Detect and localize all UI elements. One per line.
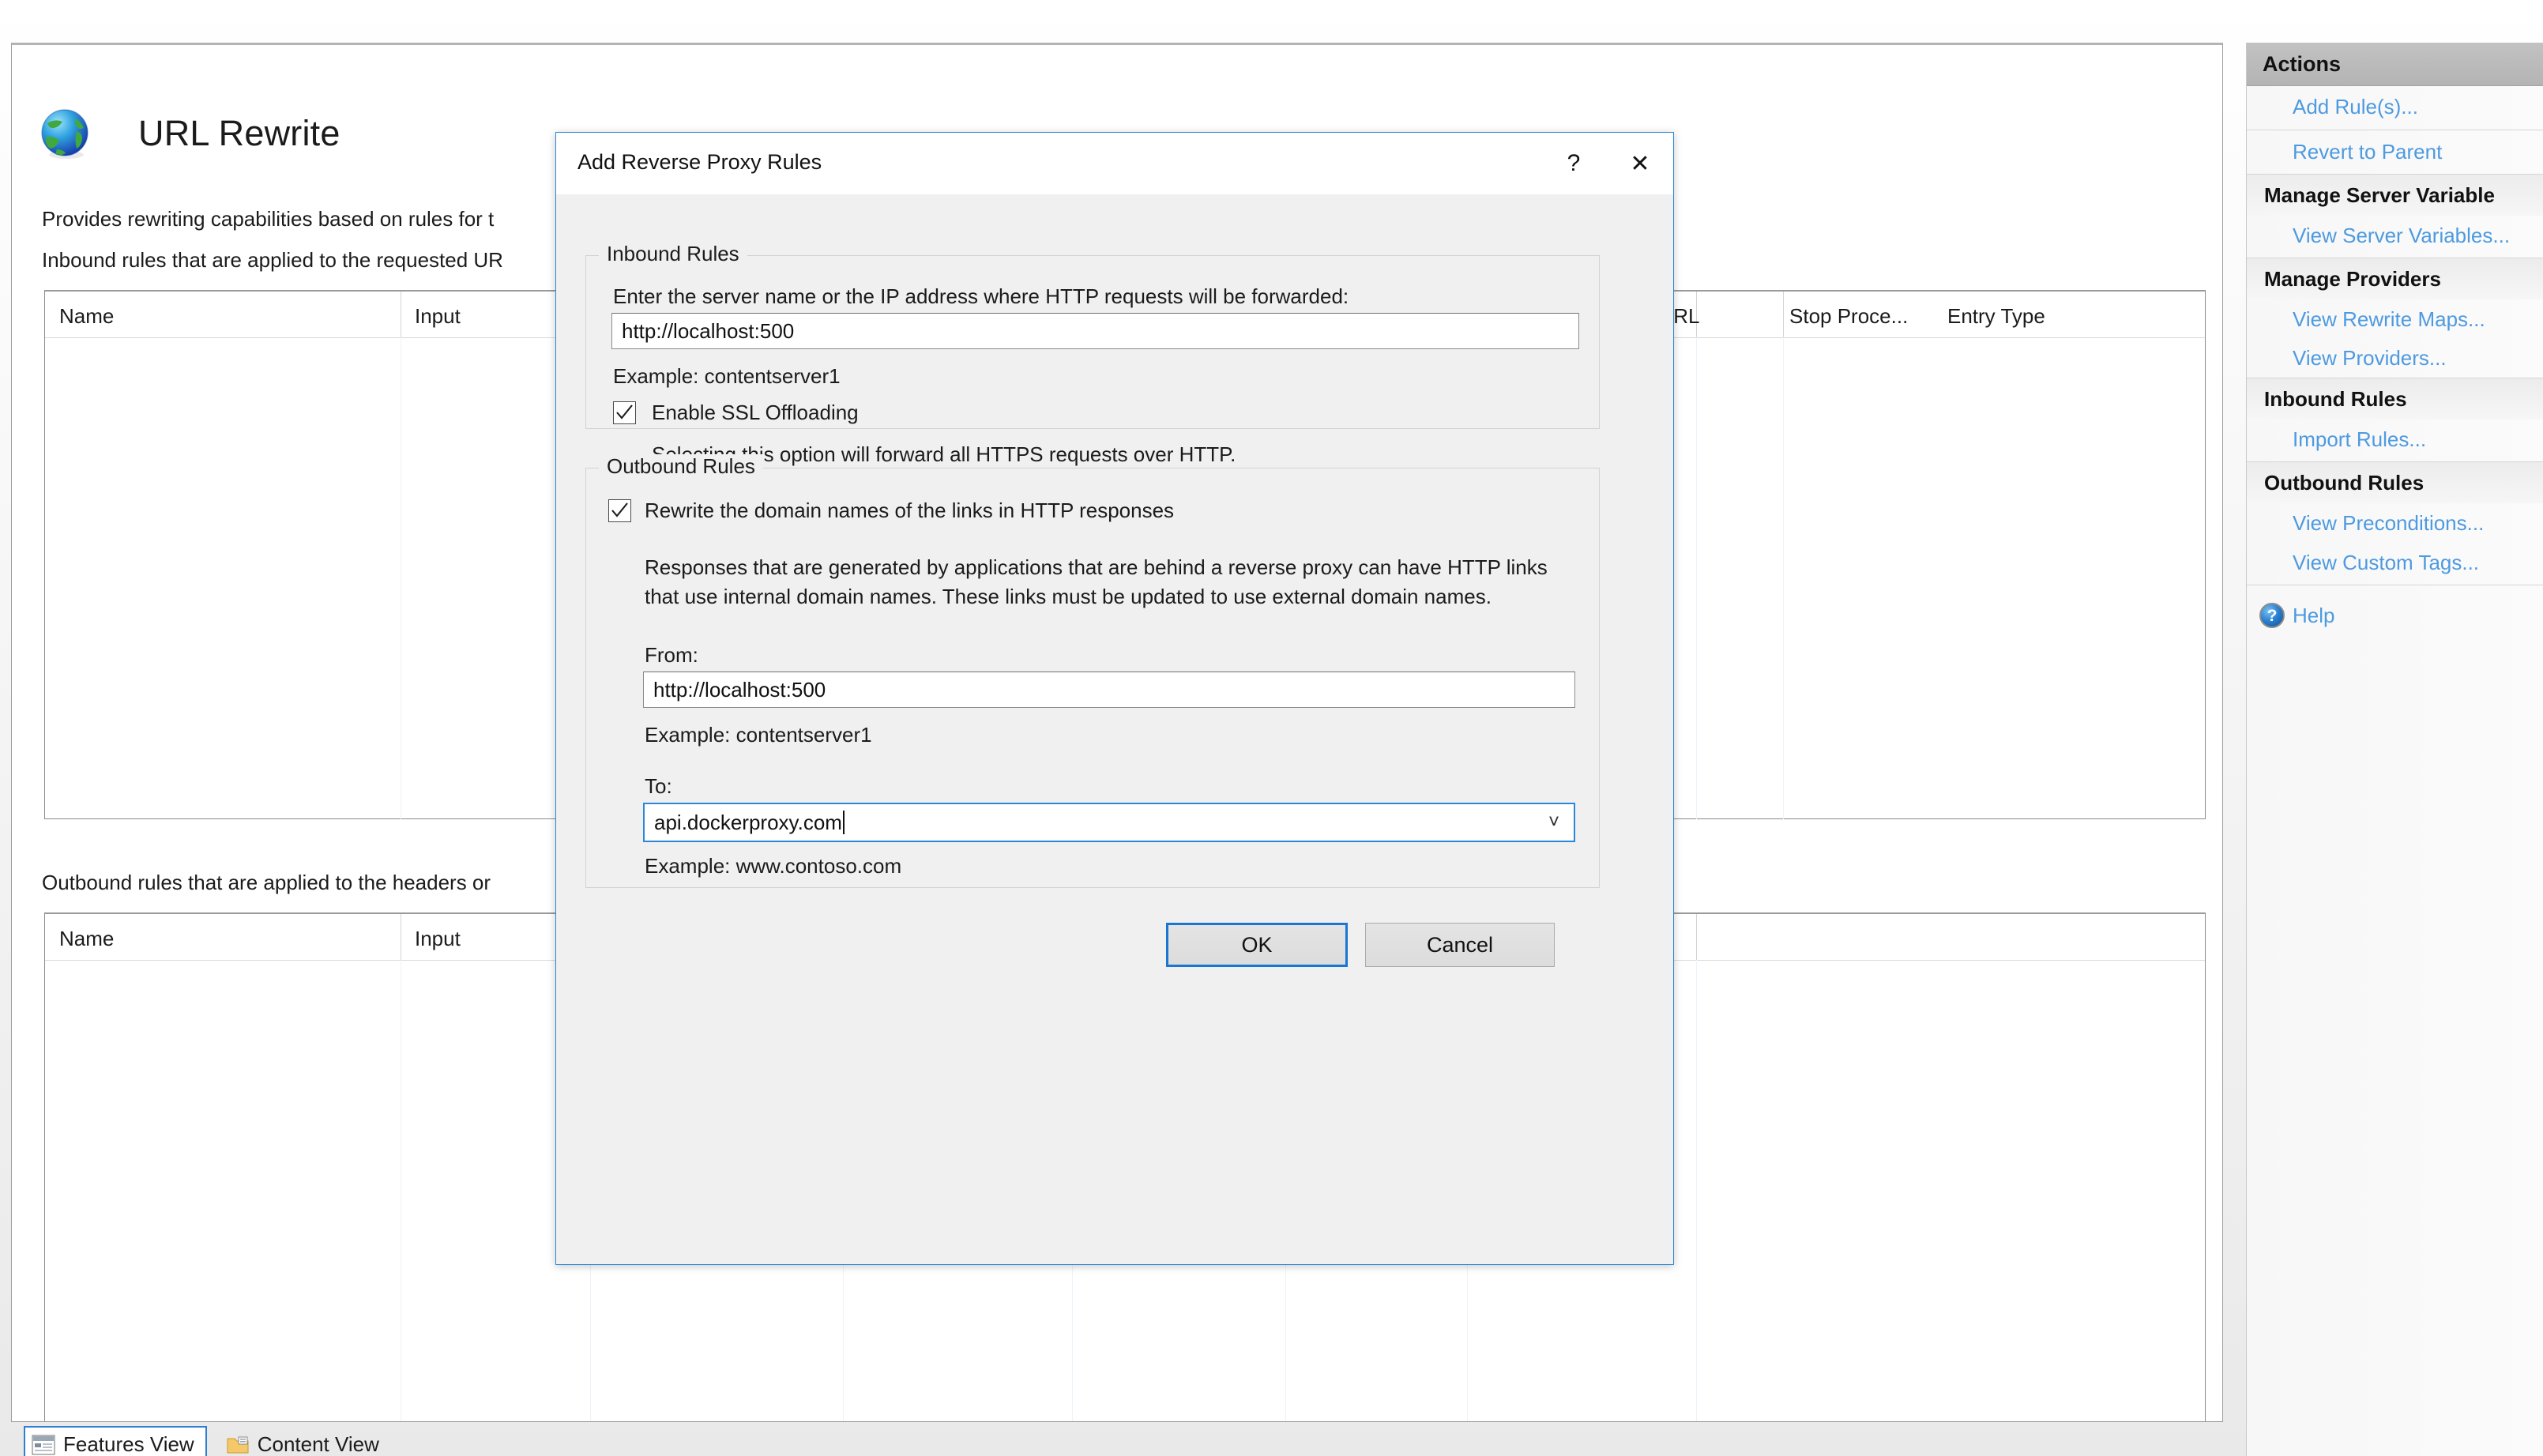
application-window: URL Rewrite Provides rewriting capabilit… — [0, 0, 2543, 1456]
page-description-line-2: Inbound rules that are applied to the re… — [42, 248, 503, 272]
page-description-line-1: Provides rewriting capabilities based on… — [42, 207, 495, 231]
action-add-rules[interactable]: Add Rule(s)... — [2247, 87, 2543, 126]
dialog-title-bar: Add Reverse Proxy Rules ? ✕ — [556, 133, 1673, 194]
action-help[interactable]: ? Help — [2247, 596, 2543, 635]
actions-group-inbound-rules: Inbound Rules — [2247, 378, 2543, 419]
view-tabs: Features View Content View — [24, 1426, 390, 1456]
action-view-rewrite-maps-label: View Rewrite Maps... — [2293, 307, 2485, 331]
action-revert-to-parent-label: Revert to Parent — [2293, 139, 2443, 164]
action-view-preconditions[interactable]: View Preconditions... — [2247, 503, 2543, 543]
page-title: URL Rewrite — [138, 113, 340, 153]
server-name-input[interactable]: http://localhost:500 — [611, 313, 1579, 349]
action-add-rules-label: Add Rule(s)... — [2293, 94, 2418, 119]
action-view-server-variables[interactable]: View Server Variables... — [2247, 216, 2543, 255]
server-name-input-value: http://localhost:500 — [622, 318, 795, 343]
rewrite-domain-names-label[interactable]: Rewrite the domain names of the links in… — [645, 499, 1174, 523]
action-view-custom-tags-label: View Custom Tags... — [2293, 550, 2480, 574]
ok-button-label: OK — [1241, 932, 1273, 957]
action-view-preconditions-label: View Preconditions... — [2293, 510, 2485, 535]
actions-group-outbound-rules-label: Outbound Rules — [2264, 470, 2425, 495]
from-input[interactable]: http://localhost:500 — [643, 672, 1575, 708]
action-view-custom-tags[interactable]: View Custom Tags... — [2247, 543, 2543, 582]
tab-content-view-label: Content View — [257, 1432, 379, 1456]
inbound-col-input[interactable]: Input — [415, 304, 461, 329]
globe-icon — [41, 109, 88, 159]
from-label: From: — [645, 643, 698, 667]
action-revert-to-parent[interactable]: Revert to Parent — [2247, 132, 2543, 171]
text-cursor — [842, 811, 845, 834]
actions-group-manage-providers-label: Manage Providers — [2264, 266, 2441, 291]
checkmark-icon — [611, 502, 628, 517]
features-view-icon — [32, 1435, 55, 1454]
server-name-example: Example: contentserver1 — [613, 364, 841, 388]
actions-group-manage-providers: Manage Providers — [2247, 258, 2543, 299]
checkmark-icon — [616, 404, 633, 419]
actions-panel-title-bar: Actions — [2247, 43, 2543, 86]
outbound-description: Outbound rules that are applied to the h… — [42, 871, 491, 894]
ok-button[interactable]: OK — [1166, 923, 1348, 967]
from-input-value: http://localhost:500 — [653, 677, 826, 702]
server-name-label: Enter the server name or the IP address … — [613, 284, 1349, 308]
outbound-col-name[interactable]: Name — [59, 927, 114, 951]
chevron-down-icon[interactable]: ˅ — [1548, 811, 1559, 833]
outbound-col-input[interactable]: Input — [415, 927, 461, 951]
actions-panel-title: Actions — [2263, 52, 2342, 76]
inbound-rules-group-legend: Inbound Rules — [599, 242, 747, 266]
action-view-providers[interactable]: View Providers... — [2247, 338, 2543, 378]
actions-group-manage-server-variables: Manage Server Variable — [2247, 175, 2543, 216]
cancel-button[interactable]: Cancel — [1365, 923, 1555, 967]
action-import-rules[interactable]: Import Rules... — [2247, 419, 2543, 459]
actions-group-outbound-rules: Outbound Rules — [2247, 462, 2543, 503]
tab-content-view[interactable]: Content View — [220, 1428, 390, 1456]
inbound-col-entry-type[interactable]: Entry Type — [1947, 304, 2045, 329]
page-header: URL Rewrite — [12, 45, 2222, 159]
actions-group-manage-server-variables-label: Manage Server Variable — [2264, 182, 2495, 207]
inbound-col-stop-processing[interactable]: Stop Proce... — [1789, 304, 1908, 329]
enable-ssl-offloading-checkbox[interactable] — [613, 401, 636, 424]
rewrite-domain-names-checkbox[interactable] — [608, 499, 631, 522]
inbound-col-name[interactable]: Name — [59, 304, 114, 329]
actions-group-inbound-rules-label: Inbound Rules — [2264, 386, 2407, 411]
to-label: To: — [645, 774, 672, 798]
outbound-explanation: Responses that are generated by applicat… — [645, 555, 1548, 608]
from-example: Example: contentserver1 — [645, 723, 872, 747]
action-view-rewrite-maps[interactable]: View Rewrite Maps... — [2247, 299, 2543, 339]
to-example: Example: www.contoso.com — [645, 854, 902, 878]
to-combobox-value: api.dockerproxy.com — [654, 810, 842, 834]
enable-ssl-offloading-label[interactable]: Enable SSL Offloading — [652, 401, 859, 425]
close-icon[interactable]: ✕ — [1607, 133, 1673, 194]
dialog-title: Add Reverse Proxy Rules — [577, 150, 822, 174]
tab-features-view-label: Features View — [63, 1432, 194, 1456]
action-import-rules-label: Import Rules... — [2293, 427, 2427, 451]
outbound-rules-group-legend: Outbound Rules — [599, 454, 763, 479]
cancel-button-label: Cancel — [1426, 932, 1494, 957]
to-combobox[interactable]: api.dockerproxy.com ˅ — [643, 803, 1575, 842]
dialog-help-icon[interactable]: ? — [1540, 133, 1607, 194]
help-icon: ? — [2259, 603, 2285, 628]
action-view-providers-label: View Providers... — [2293, 345, 2447, 370]
add-reverse-proxy-rules-dialog: Add Reverse Proxy Rules ? ✕ Inbound Rule… — [555, 132, 1674, 1265]
action-view-server-variables-label: View Server Variables... — [2293, 223, 2511, 247]
tab-features-view[interactable]: Features View — [24, 1426, 207, 1456]
content-view-icon — [227, 1436, 249, 1453]
actions-panel: Actions Add Rule(s)... Revert to Parent … — [2246, 43, 2543, 1456]
